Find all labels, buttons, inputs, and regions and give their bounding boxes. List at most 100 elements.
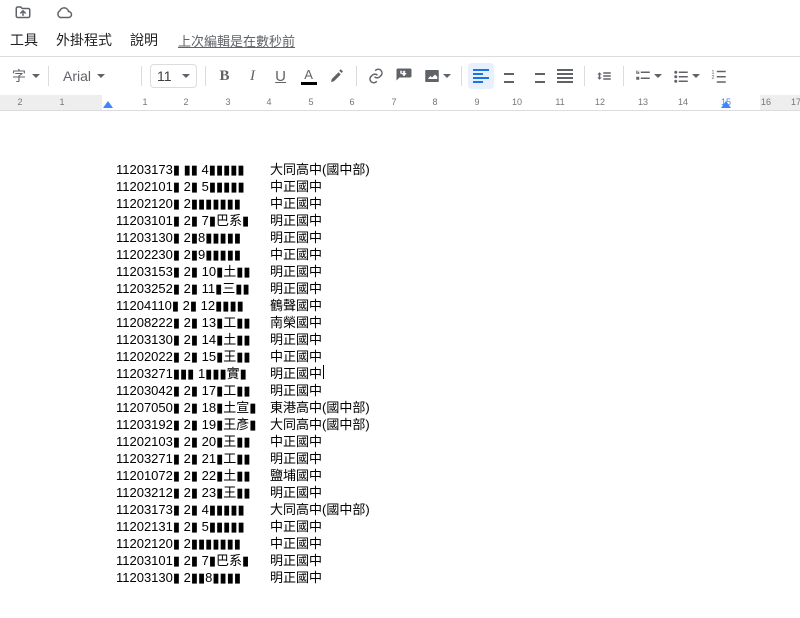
line-col2: 明正國中 bbox=[270, 331, 322, 348]
menu-tools[interactable]: 工具 bbox=[2, 26, 46, 54]
ruler-tick: 2 bbox=[183, 97, 188, 107]
ruler-tick: 7 bbox=[391, 97, 396, 107]
document-line[interactable]: 11207050▮ 2▮ 18▮土宣▮東港高中(國中部) bbox=[116, 399, 770, 416]
paragraph-style-select[interactable]: 字 bbox=[4, 63, 42, 89]
document-line[interactable]: 11203271▮ 2▮ 21▮工▮▮明正國中 bbox=[116, 450, 770, 467]
font-family-select[interactable]: Arial bbox=[55, 63, 135, 89]
ruler-left-margin bbox=[0, 95, 102, 110]
line-col2: 中正國中 bbox=[270, 246, 322, 263]
italic-button[interactable]: I bbox=[240, 63, 266, 89]
line-col2: 中正國中 bbox=[270, 518, 322, 535]
insert-link-button[interactable] bbox=[363, 63, 389, 89]
document-line[interactable]: 11203192▮ 2▮ 19▮王彥▮大同高中(國中部) bbox=[116, 416, 770, 433]
line-col2: 大同高中(國中部) bbox=[270, 501, 370, 518]
line-col1: 11203271▮▮▮ 1▮▮▮實▮ bbox=[116, 365, 270, 382]
align-right-button[interactable] bbox=[524, 63, 550, 89]
line-col1: 11203173▮ ▮▮ 4▮▮▮▮▮ bbox=[116, 161, 270, 178]
document-line[interactable]: 11202101▮ 2▮ 5▮▮▮▮▮中正國中 bbox=[116, 178, 770, 195]
document-line[interactable]: 11202022▮ 2▮ 15▮王▮▮中正國中 bbox=[116, 348, 770, 365]
underline-button[interactable]: U bbox=[268, 63, 294, 89]
document-line[interactable]: 11203212▮ 2▮ 23▮王▮▮明正國中 bbox=[116, 484, 770, 501]
line-col1: 11202120▮ 2▮▮▮▮▮▮▮ bbox=[116, 535, 270, 552]
numbered-list-icon: 12 bbox=[710, 67, 728, 85]
ruler-tick: 12 bbox=[595, 97, 605, 107]
font-family-label: Arial bbox=[63, 68, 91, 84]
move-to-folder-icon[interactable] bbox=[10, 0, 36, 26]
line-col1: 11203101▮ 2▮ 7▮巴系▮ bbox=[116, 552, 270, 569]
bold-icon: B bbox=[220, 68, 230, 85]
line-col1: 11203130▮ 2▮▮8▮▮▮▮ bbox=[116, 569, 270, 586]
link-icon bbox=[367, 67, 385, 85]
document-line[interactable]: 11201072▮ 2▮ 22▮土▮▮鹽埔國中 bbox=[116, 467, 770, 484]
line-col1: 11202230▮ 2▮9▮▮▮▮▮ bbox=[116, 246, 270, 263]
document-body[interactable]: 11203173▮ ▮▮ 4▮▮▮▮▮大同高中(國中部)11202101▮ 2▮… bbox=[20, 161, 780, 586]
line-col2: 鹽埔國中 bbox=[270, 467, 322, 484]
line-col1: 11208222▮ 2▮ 13▮工▮▮ bbox=[116, 314, 270, 331]
align-left-button[interactable] bbox=[468, 63, 494, 89]
last-edit-link[interactable]: 上次編輯是在數秒前 bbox=[178, 31, 295, 50]
line-col1: 11202131▮ 2▮ 5▮▮▮▮▮ bbox=[116, 518, 270, 535]
bold-button[interactable]: B bbox=[212, 63, 238, 89]
line-col1: 11201072▮ 2▮ 22▮土▮▮ bbox=[116, 467, 270, 484]
chevron-down-icon bbox=[182, 74, 190, 78]
checklist-button[interactable] bbox=[630, 63, 666, 89]
insert-image-button[interactable] bbox=[419, 63, 455, 89]
toolbar: 字 Arial 11 B I U A bbox=[0, 57, 800, 95]
align-justify-button[interactable] bbox=[552, 63, 578, 89]
line-col1: 11203153▮ 2▮ 10▮土▮▮ bbox=[116, 263, 270, 280]
document-line[interactable]: 11203173▮ 2▮ 4▮▮▮▮▮大同高中(國中部) bbox=[116, 501, 770, 518]
document-line[interactable]: 11203153▮ 2▮ 10▮土▮▮明正國中 bbox=[116, 263, 770, 280]
insert-comment-button[interactable] bbox=[391, 63, 417, 89]
toolbar-separator bbox=[461, 66, 462, 86]
line-col1: 11203130▮ 2▮ 14▮土▮▮ bbox=[116, 331, 270, 348]
line-spacing-button[interactable] bbox=[591, 63, 617, 89]
line-col1: 11202120▮ 2▮▮▮▮▮▮▮ bbox=[116, 195, 270, 212]
horizontal-ruler[interactable]: 2 1 1 2 3 4 5 6 7 8 9 10 11 12 13 14 15 … bbox=[0, 95, 800, 111]
highlight-color-button[interactable] bbox=[324, 63, 350, 89]
document-line[interactable]: 11203173▮ ▮▮ 4▮▮▮▮▮大同高中(國中部) bbox=[116, 161, 770, 178]
titlebar bbox=[0, 0, 800, 26]
document-line[interactable]: 11203130▮ 2▮ 14▮土▮▮明正國中 bbox=[116, 331, 770, 348]
chevron-down-icon bbox=[97, 74, 105, 78]
text-color-icon: A bbox=[301, 68, 317, 85]
line-col1: 11204110▮ 2▮ 12▮▮▮▮ bbox=[116, 297, 270, 314]
document-line[interactable]: 11204110▮ 2▮ 12▮▮▮▮鶴聲國中 bbox=[116, 297, 770, 314]
ruler-tick: 8 bbox=[432, 97, 437, 107]
document-canvas[interactable]: 11203173▮ ▮▮ 4▮▮▮▮▮大同高中(國中部)11202101▮ 2▮… bbox=[0, 111, 800, 618]
document-line[interactable]: 11203252▮ 2▮ 11▮三▮▮明正國中 bbox=[116, 280, 770, 297]
document-line[interactable]: 11202131▮ 2▮ 5▮▮▮▮▮中正國中 bbox=[116, 518, 770, 535]
menu-addons[interactable]: 外掛程式 bbox=[48, 26, 120, 54]
menu-help[interactable]: 說明 bbox=[122, 26, 166, 54]
chevron-down-icon bbox=[32, 74, 40, 78]
line-col2: 明正國中 bbox=[270, 280, 322, 297]
document-line[interactable]: 11202103▮ 2▮ 20▮王▮▮中正國中 bbox=[116, 433, 770, 450]
document-line[interactable]: 11202230▮ 2▮9▮▮▮▮▮中正國中 bbox=[116, 246, 770, 263]
document-line[interactable]: 11203042▮ 2▮ 17▮工▮▮明正國中 bbox=[116, 382, 770, 399]
line-col1: 11202103▮ 2▮ 20▮王▮▮ bbox=[116, 433, 270, 450]
document-line[interactable]: 11208222▮ 2▮ 13▮工▮▮南榮國中 bbox=[116, 314, 770, 331]
font-size-value: 11 bbox=[157, 68, 172, 84]
line-spacing-icon bbox=[595, 67, 613, 85]
toolbar-separator bbox=[356, 66, 357, 86]
document-line[interactable]: 11203130▮ 2▮▮8▮▮▮▮明正國中 bbox=[116, 569, 770, 586]
document-line[interactable]: 11202120▮ 2▮▮▮▮▮▮▮中正國中 bbox=[116, 195, 770, 212]
document-line[interactable]: 11203101▮ 2▮ 7▮巴系▮明正國中 bbox=[116, 552, 770, 569]
cloud-status-icon[interactable] bbox=[50, 0, 78, 26]
document-line[interactable]: 11203271▮▮▮ 1▮▮▮實▮明正國中 bbox=[116, 365, 770, 382]
toolbar-separator bbox=[48, 66, 49, 86]
first-line-indent-icon[interactable] bbox=[103, 101, 113, 108]
align-center-button[interactable] bbox=[496, 63, 522, 89]
text-color-button[interactable]: A bbox=[296, 63, 322, 89]
line-col1: 11203101▮ 2▮ 7▮巴系▮ bbox=[116, 212, 270, 229]
document-line[interactable]: 11203130▮ 2▮8▮▮▮▮▮明正國中 bbox=[116, 229, 770, 246]
line-col2: 明正國中 bbox=[270, 263, 322, 280]
document-line[interactable]: 11202120▮ 2▮▮▮▮▮▮▮中正國中 bbox=[116, 535, 770, 552]
ruler-tick: 14 bbox=[678, 97, 688, 107]
document-line[interactable]: 11203101▮ 2▮ 7▮巴系▮明正國中 bbox=[116, 212, 770, 229]
paragraph-style-label: 字 bbox=[12, 66, 26, 86]
font-size-input[interactable]: 11 bbox=[150, 64, 197, 88]
numbered-list-button[interactable]: 12 bbox=[706, 63, 732, 89]
bulleted-list-button[interactable] bbox=[668, 63, 704, 89]
ruler-tick: 6 bbox=[349, 97, 354, 107]
underline-icon: U bbox=[275, 68, 286, 85]
